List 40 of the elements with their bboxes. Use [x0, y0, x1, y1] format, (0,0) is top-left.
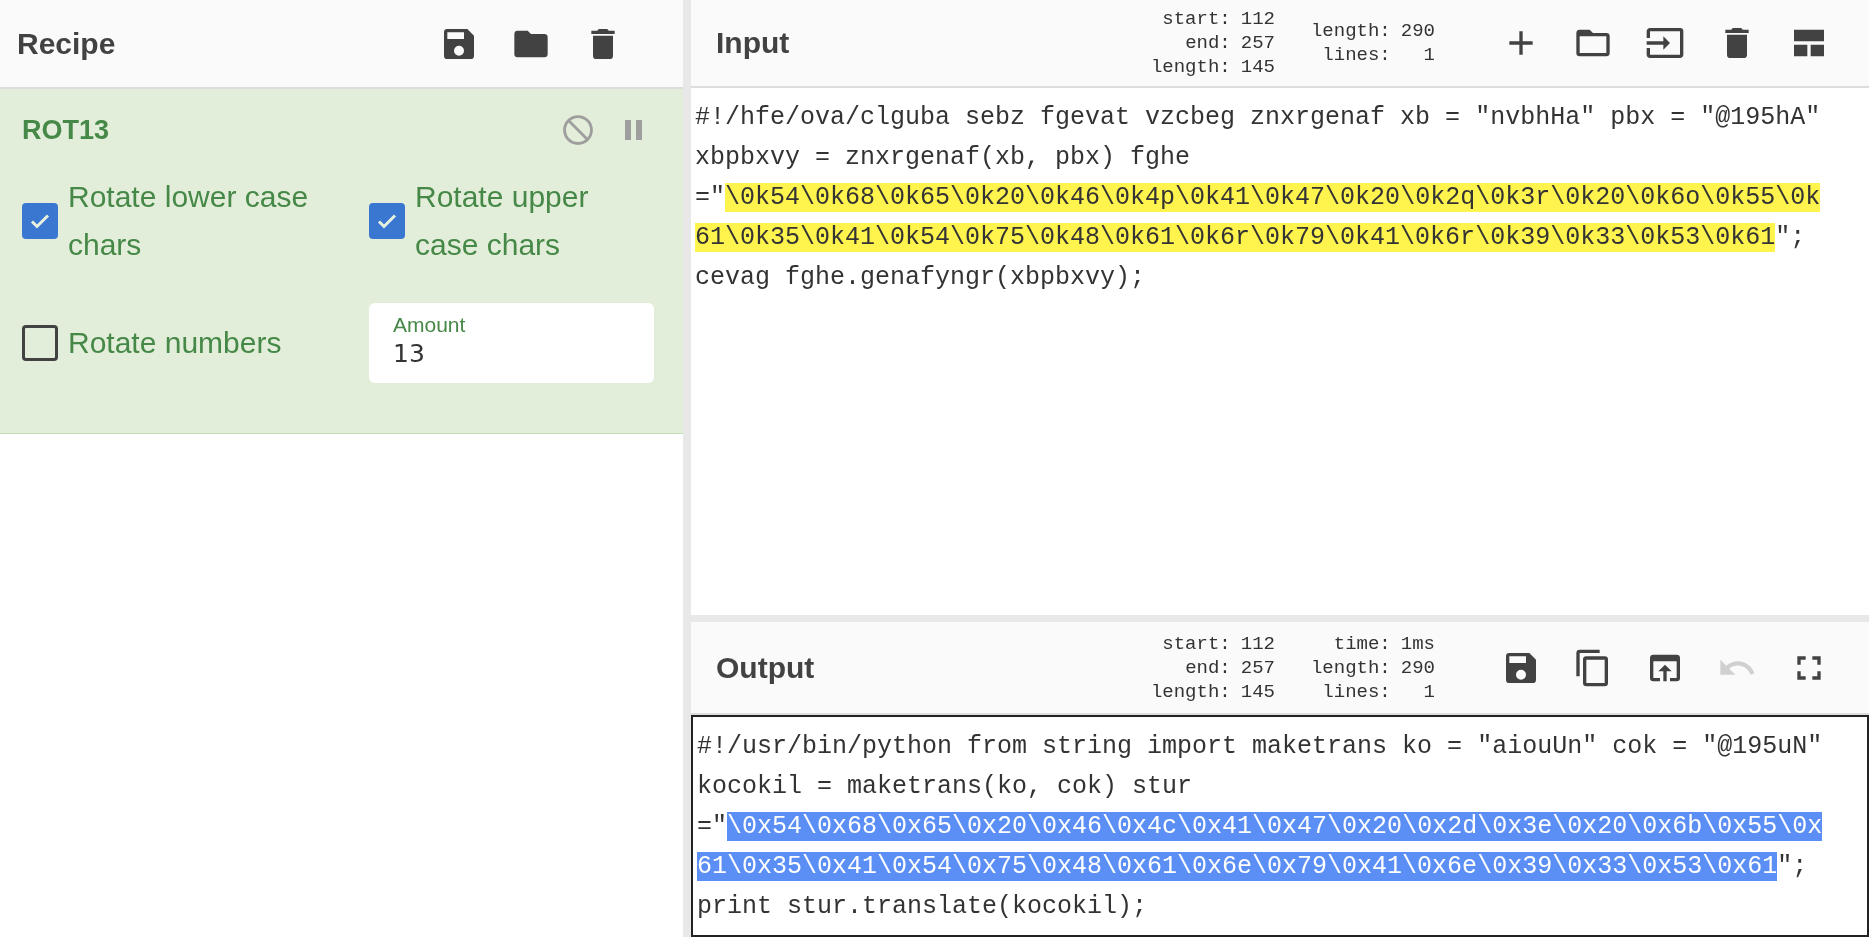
checkbox[interactable] — [22, 203, 58, 239]
stat-value: 1ms — [1400, 631, 1435, 656]
stat-value: 145 — [1240, 679, 1275, 704]
checkbox[interactable] — [22, 325, 58, 361]
panel-title: Recipe — [17, 26, 117, 61]
selected-text: 61\0k35\0k41\0k54\0k75\0k48\0k61\0k6r\0k79\0k41\0k6r\0k39\0k33\0k53\0k61 — [695, 223, 1776, 252]
field-value: 13 — [393, 339, 426, 368]
operation-name: ROT13 — [22, 114, 111, 146]
text-area[interactable]: #!/hfe/ova/clguba sebz fgevat vzcbeg znxrgenaf xb = "nvbhHa" pbx = "@195hA" xbpbxvy = znxrgenaf(xb, pbx) fghe ="\0k54\0k68\0k65\0k20\0k46\0k4p\0k41\0k47\0k20\0k2q\0k3r\0k20\0k6o\0k55\0k 61\0k35\0k41\0k54\0k75\0k48\0k61\0k6r\0k79\0k41\0k6r\0k39\0k33\0k53\0k61"; cevag fghe.genafyngr(xbpbxvy); — [695, 98, 1830, 298]
stat-label: length: — [1310, 655, 1391, 680]
stat-label: length: — [1310, 19, 1391, 43]
selected-text: \0k54\0k68\0k65\0k20\0k46\0k4p\0k41\0k47\0k20\0k2q\0k3r\0k20\0k6o\0k55\0k — [725, 183, 1821, 212]
stat-value: 112 — [1240, 631, 1275, 656]
checkbox-label: Rotate lower case chars — [68, 179, 310, 263]
stat-label: end: — [1184, 655, 1231, 680]
stat-value: 257 — [1240, 655, 1275, 680]
stat-label: length: — [1150, 679, 1231, 704]
stat-value: 290 — [1400, 19, 1435, 43]
stat-label: length: — [1150, 55, 1231, 79]
stat-value: 1 — [1422, 679, 1435, 704]
amount-field[interactable]: Amount 13 — [369, 303, 654, 383]
stat-value: 112 — [1240, 7, 1275, 31]
selected-text: 61\0x35\0x41\0x54\0x75\0x48\0x61\0x6e\0x79\0x41\0x6e\0x39\0x33\0x53\0x61 — [697, 852, 1778, 881]
stat-label: start: — [1161, 7, 1231, 31]
checkbox-label: Rotate numbers — [68, 325, 282, 361]
checkbox-label: Rotate upper case chars — [415, 179, 590, 263]
stat-label: end: — [1184, 31, 1231, 55]
selected-text: \0x54\0x68\0x65\0x20\0x46\0x4c\0x41\0x47\0x20\0x2d\0x3e\0x20\0x6b\0x55\0x — [727, 812, 1823, 841]
panel-title: Output — [716, 650, 816, 685]
stat-value: 290 — [1400, 655, 1435, 680]
stat-value: 1 — [1422, 43, 1435, 67]
stat-value: 257 — [1240, 31, 1275, 55]
field-label: Amount — [393, 313, 467, 337]
stat-label: lines: — [1321, 679, 1391, 704]
stat-value: 145 — [1240, 55, 1275, 79]
stat-label: time: — [1332, 631, 1391, 656]
stat-label: start: — [1161, 631, 1231, 656]
checkbox[interactable] — [369, 203, 405, 239]
panel-title: Input — [716, 26, 791, 60]
stat-label: lines: — [1321, 43, 1391, 67]
